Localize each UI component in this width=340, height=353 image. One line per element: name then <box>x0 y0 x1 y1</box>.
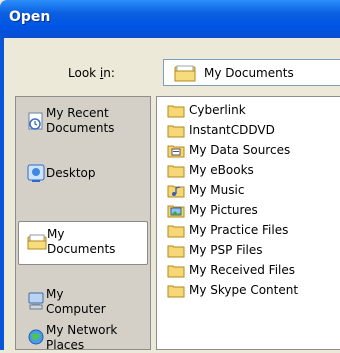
folder-icon <box>167 125 185 138</box>
place-label-line1: Desktop <box>46 166 96 180</box>
list-item[interactable]: My PSP Files <box>165 240 340 260</box>
place-label-line2: Computer <box>46 302 106 316</box>
folder-icon <box>167 165 185 178</box>
file-name: My Skype Content <box>189 283 299 297</box>
list-item[interactable]: My Skype Content <box>165 280 340 300</box>
file-name: My Data Sources <box>189 143 291 157</box>
file-name: My eBooks <box>189 163 254 177</box>
look-in-label: Look in: <box>68 66 115 80</box>
window-title: Open <box>9 9 51 25</box>
list-item[interactable]: My Practice Files <box>165 220 340 240</box>
place-my-computer[interactable]: My Computer <box>18 285 148 321</box>
place-label-line1: My Network <box>46 323 118 337</box>
look-in-value: My Documents <box>204 66 294 80</box>
folder-icon <box>167 265 185 278</box>
network-places-icon <box>28 329 44 345</box>
place-label-line1: My <box>47 227 65 241</box>
place-my-documents[interactable]: My Documents <box>18 221 148 265</box>
file-name: My Pictures <box>189 203 258 217</box>
title-bar[interactable]: Open <box>0 0 340 38</box>
place-desktop[interactable]: Desktop <box>18 153 148 193</box>
list-item[interactable]: Cyberlink <box>165 100 340 120</box>
list-item[interactable]: My Music <box>165 180 340 200</box>
file-name: My PSP Files <box>189 243 263 257</box>
place-label-line2: Documents <box>46 121 115 135</box>
folder-icon <box>27 234 47 250</box>
places-bar: My Recent Documents Desktop My Documents <box>15 96 151 353</box>
file-name: My Practice Files <box>189 223 289 237</box>
folder-icon <box>167 245 185 258</box>
place-label-line1: My <box>46 287 64 301</box>
pictures-folder-icon <box>167 205 185 218</box>
list-item[interactable]: My Pictures <box>165 200 340 220</box>
list-item[interactable]: My Data Sources <box>165 140 340 160</box>
file-name: My Music <box>189 183 245 197</box>
folder-icon <box>167 225 185 238</box>
folder-icon <box>167 105 185 118</box>
look-in-dropdown[interactable]: My Documents <box>163 59 340 86</box>
folder-icon <box>167 285 185 298</box>
folder-icon <box>174 65 196 82</box>
list-item[interactable]: My Received Files <box>165 260 340 280</box>
list-item[interactable]: InstantCDDVD <box>165 120 340 140</box>
recent-documents-icon <box>28 112 43 130</box>
dialog-body: Look in: My Documents My Recent Document… <box>4 38 340 353</box>
place-label-line2: Documents <box>47 242 116 256</box>
place-label-line1: My Recent <box>46 106 109 120</box>
place-my-network-places[interactable]: My Network Places <box>18 323 148 353</box>
place-my-recent-documents[interactable]: My Recent Documents <box>18 101 148 147</box>
desktop-icon <box>27 164 45 182</box>
file-list[interactable]: Cyberlink InstantCDDVD My Data Sources M… <box>156 96 340 350</box>
file-name: My Received Files <box>189 263 296 277</box>
computer-icon <box>28 292 44 310</box>
music-folder-icon <box>167 185 185 198</box>
list-item[interactable]: My eBooks <box>165 160 340 180</box>
file-name: Cyberlink <box>189 103 246 117</box>
file-name: InstantCDDVD <box>189 123 275 137</box>
data-sources-folder-icon <box>167 145 185 158</box>
